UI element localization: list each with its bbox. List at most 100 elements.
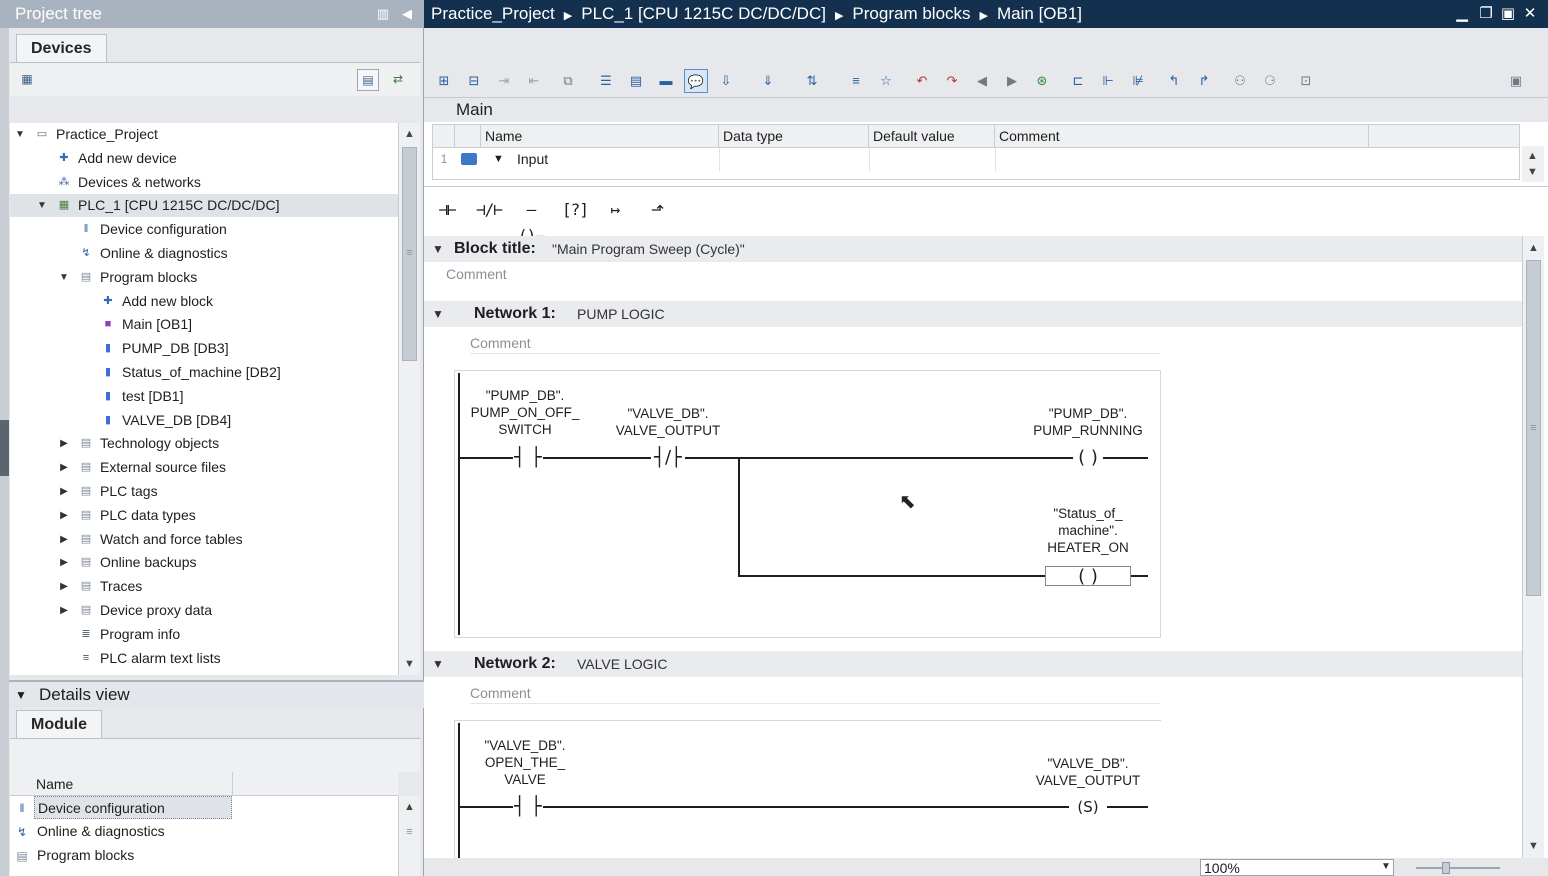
next-error-icon[interactable]: ↷ <box>940 69 964 93</box>
scroll-down-icon[interactable]: ▼ <box>1525 838 1542 855</box>
expand-arrow-icon[interactable]: ▶ <box>58 551 70 574</box>
tree-item[interactable]: ▶ ▤ Online backups <box>10 551 398 574</box>
overview-icon[interactable]: ▤ <box>357 69 379 91</box>
open-branch-icon[interactable]: ↦ <box>598 197 632 223</box>
close-block-icon[interactable]: ↱ <box>1192 69 1216 93</box>
tree-item[interactable]: ▮ Status_of_machine [DB2] <box>10 361 398 384</box>
tree-item[interactable]: ✚ Add new block <box>10 290 398 313</box>
collapse-network-1-icon[interactable]: ▼ <box>432 301 444 327</box>
empty-box-icon[interactable]: [?] <box>558 197 592 223</box>
network-1-header[interactable]: ▼ Network 1: PUMP LOGIC <box>424 301 1522 327</box>
panel-options-icon[interactable]: ▣ <box>1504 69 1528 93</box>
close-branch-icon[interactable]: ⬏ <box>640 197 674 223</box>
tree-item[interactable]: ▶ ▤ Watch and force tables <box>10 528 398 551</box>
delete-network-icon[interactable]: ⊟ <box>462 69 486 93</box>
scroll-down-icon[interactable]: ▼ <box>401 656 418 673</box>
no-contact-icon[interactable]: ⊣⊢ <box>430 197 464 223</box>
details-scrollbar[interactable]: ▲ ≡ <box>398 796 420 876</box>
expand-arrow-icon[interactable]: ▶ <box>58 528 70 551</box>
contact-1-operand[interactable]: "VALVE_DB". OPEN_THE_ VALVE <box>465 737 585 788</box>
delete-row-icon[interactable]: ⇤ <box>522 69 546 93</box>
column-name[interactable]: Name <box>481 125 719 148</box>
tag-icon[interactable]: ⧉ <box>556 69 580 93</box>
chevron-down-icon[interactable]: ▼ <box>1379 860 1393 874</box>
tree-item[interactable]: ≣ Program info <box>10 623 398 646</box>
tree-item[interactable]: ▼ ▦ PLC_1 [CPU 1215C DC/DC/DC] <box>10 194 398 218</box>
editor-scrollbar[interactable]: ▲ ≡ ▼ <box>1522 236 1544 858</box>
monitor-icon[interactable]: ⊛ <box>1030 69 1054 93</box>
network-1-title[interactable]: PUMP LOGIC <box>577 301 665 327</box>
tree-item[interactable]: ▶ ▤ PLC tags <box>10 480 398 503</box>
favorites-icon[interactable]: ⇩ <box>714 69 738 93</box>
force-icon[interactable]: ⚆ <box>1258 69 1282 93</box>
collapse-arrow-icon[interactable]: ▼ <box>36 194 48 217</box>
breadcrumb-item[interactable]: Program blocks <box>852 4 970 23</box>
block-comment[interactable]: Comment <box>446 263 1520 285</box>
details-row[interactable]: ‖ Device configuration <box>10 796 398 820</box>
scroll-up-icon[interactable]: ▲ <box>401 799 418 816</box>
tree-item[interactable]: ✚ Add new device <box>10 147 398 170</box>
tree-item[interactable]: ↯ Online & diagnostics <box>10 242 398 265</box>
maximize-icon[interactable]: ▣ <box>1498 4 1518 24</box>
column-default-value[interactable]: Default value <box>869 125 995 148</box>
tree-item[interactable]: ≡ PLC alarm text lists <box>10 647 398 670</box>
structure-icon[interactable]: ⊩ <box>1096 69 1120 93</box>
tree-item[interactable]: ▮ test [DB1] <box>10 385 398 408</box>
grid-view-icon[interactable]: ▦ <box>16 69 38 91</box>
collapse-handle[interactable] <box>0 420 9 476</box>
block-title-value[interactable]: "Main Program Sweep (Cycle)" <box>552 236 745 262</box>
expand-all-icon[interactable]: ▤ <box>624 69 648 93</box>
next-icon[interactable]: ▶ <box>1000 69 1024 93</box>
expand-arrow-icon[interactable]: ▼ <box>493 148 504 171</box>
network-1-comment[interactable]: Comment <box>470 332 1160 354</box>
details-row[interactable]: ↯ Online & diagnostics <box>10 820 398 844</box>
tree-item[interactable]: ▮ VALVE_DB [DB4] <box>10 409 398 432</box>
coil-2[interactable]: ( ) <box>1045 566 1131 587</box>
open-block-icon[interactable]: ↰ <box>1162 69 1186 93</box>
details-row[interactable]: ▤ Program blocks <box>10 844 398 868</box>
breadcrumb-item[interactable]: PLC_1 [CPU 1215C DC/DC/DC] <box>581 4 826 23</box>
expand-arrow-icon[interactable]: ▶ <box>58 599 70 622</box>
tree-item[interactable]: ▶ ▤ Technology objects <box>10 432 398 455</box>
collapse-all-icon[interactable]: ▬ <box>654 69 678 93</box>
coil-1-operand[interactable]: "VALVE_DB". VALVE_OUTPUT <box>1025 755 1151 789</box>
expand-arrow-icon[interactable]: ▶ <box>58 456 70 479</box>
details-column-name[interactable]: Name <box>36 772 73 796</box>
previous-icon[interactable]: ◀ <box>970 69 994 93</box>
interface-row-input[interactable]: 1 ▼ Input <box>433 148 1519 171</box>
tab-module[interactable]: Module <box>16 710 102 738</box>
contact-1-operand[interactable]: "PUMP_DB". PUMP_ON_OFF_ SWITCH <box>465 387 585 438</box>
symbol-info-icon[interactable]: ☆ <box>874 69 898 93</box>
details-view-header[interactable]: ▼ Details view <box>9 680 424 708</box>
tree-item[interactable]: ⁂ Devices & networks <box>10 171 398 194</box>
float-icon[interactable]: ❐ <box>1476 4 1496 24</box>
absolute-operands-icon[interactable]: ≡ <box>844 69 868 93</box>
interface-scrollbar[interactable]: ▲ ▼ <box>1522 146 1544 182</box>
zoom-select[interactable]: 100% <box>1200 859 1394 876</box>
tree-item[interactable]: ▼ ▭ Practice_Project <box>10 123 398 146</box>
compare-icon[interactable]: ⇅ <box>800 69 824 93</box>
tree-item[interactable]: ▶ ▤ External source files <box>10 456 398 479</box>
tab-devices[interactable]: Devices <box>16 34 107 62</box>
coil-1[interactable]: ( ) <box>1073 448 1103 468</box>
cross-ref-icon[interactable]: ⊯ <box>1126 69 1150 93</box>
no-contact-1[interactable]: ┤ ├ <box>513 797 543 817</box>
nc-contact-icon[interactable]: ⊣/⊢ <box>472 197 506 223</box>
zoom-slider-handle[interactable] <box>1442 862 1450 874</box>
lock-icon[interactable]: ⊡ <box>1294 69 1318 93</box>
tree-item[interactable]: ▶ ▤ Device proxy data <box>10 599 398 622</box>
download-icon[interactable]: ⇓ <box>756 69 780 93</box>
set-coil-1[interactable]: (S) <box>1069 797 1107 817</box>
zoom-slider[interactable] <box>1416 867 1500 869</box>
block-title-bar[interactable]: ▼ Block title: "Main Program Sweep (Cycl… <box>424 236 1522 262</box>
pin-icon[interactable]: ▥ <box>376 6 390 22</box>
tree-item[interactable]: ‖ Device configuration <box>10 218 398 241</box>
tree-item[interactable]: ▶ ▤ Traces <box>10 575 398 598</box>
column-comment[interactable]: Comment <box>995 125 1369 148</box>
tree-item[interactable]: ▮ PUMP_DB [DB3] <box>10 337 398 360</box>
coil-icon[interactable]: –()– <box>514 197 548 245</box>
call-hierarchy-icon[interactable]: ⊏ <box>1066 69 1090 93</box>
expand-arrow-icon[interactable]: ▶ <box>58 575 70 598</box>
tree-item[interactable]: ▶ ▤ PLC data types <box>10 504 398 527</box>
collapse-network-2-icon[interactable]: ▼ <box>432 651 444 677</box>
